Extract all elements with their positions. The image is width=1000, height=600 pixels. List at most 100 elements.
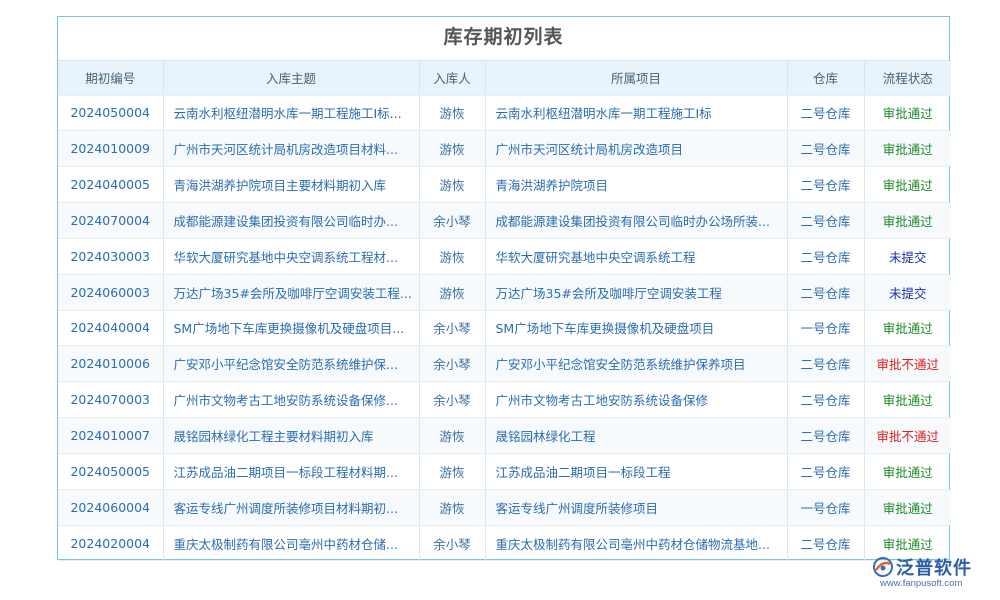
cell-project: 广州市文物考古工地安防系统设备保修 <box>485 382 787 418</box>
table-row[interactable]: 2024010009广州市天河区统计局机房改造项目材料...游恢广州市天河区统计… <box>58 131 951 167</box>
cell-warehouse: 二号仓库 <box>787 525 864 561</box>
cell-id[interactable]: 2024020004 <box>58 525 163 561</box>
page-title: 库存期初列表 <box>58 17 949 61</box>
cell-status: 未提交 <box>864 274 951 310</box>
cell-person: 游恢 <box>419 131 485 167</box>
cell-status: 未提交 <box>864 238 951 274</box>
cell-person: 游恢 <box>419 453 485 489</box>
table-row[interactable]: 2024020004重庆太极制药有限公司亳州中药材仓储...余小琴重庆太极制药有… <box>58 525 951 561</box>
cell-status: 审批通过 <box>864 131 951 167</box>
cell-person: 游恢 <box>419 418 485 454</box>
cell-person: 余小琴 <box>419 346 485 382</box>
cell-subject[interactable]: 广州市文物考古工地安防系统设备保修... <box>163 382 419 418</box>
cell-project: 重庆太极制药有限公司亳州中药材仓储物流基地... <box>485 525 787 561</box>
cell-subject[interactable]: 重庆太极制药有限公司亳州中药材仓储... <box>163 525 419 561</box>
cell-project: 青海洪湖养护院项目 <box>485 167 787 203</box>
cell-id[interactable]: 2024060003 <box>58 274 163 310</box>
fanpu-logo-icon <box>872 556 894 578</box>
cell-warehouse: 二号仓库 <box>787 238 864 274</box>
table-row[interactable]: 2024060003万达广场35#会所及咖啡厅空调安装工程...游恢万达广场35… <box>58 274 951 310</box>
table-row[interactable]: 2024010006广安邓小平纪念馆安全防范系统维护保...余小琴广安邓小平纪念… <box>58 346 951 382</box>
cell-project: 广安邓小平纪念馆安全防范系统维护保养项目 <box>485 346 787 382</box>
col-header-person[interactable]: 入库人 <box>419 61 485 95</box>
cell-status: 审批通过 <box>864 167 951 203</box>
cell-id[interactable]: 2024050005 <box>58 453 163 489</box>
cell-id[interactable]: 2024050004 <box>58 95 163 131</box>
cell-person: 游恢 <box>419 274 485 310</box>
cell-id[interactable]: 2024040005 <box>58 167 163 203</box>
cell-subject[interactable]: 万达广场35#会所及咖啡厅空调安装工程... <box>163 274 419 310</box>
cell-status: 审批通过 <box>864 203 951 239</box>
cell-status: 审批通过 <box>864 382 951 418</box>
cell-id[interactable]: 2024010006 <box>58 346 163 382</box>
table-row[interactable]: 2024060004客运专线广州调度所装修项目材料期初...游恢客运专线广州调度… <box>58 489 951 525</box>
table-row[interactable]: 2024010007晟铭园林绿化工程主要材料期初入库游恢晟铭园林绿化工程二号仓库… <box>58 418 951 454</box>
cell-project: 云南水利枢纽潜明水库一期工程施工I标 <box>485 95 787 131</box>
brand-logo: 泛普软件 www.fanpusoft.com <box>872 552 994 596</box>
cell-subject[interactable]: 广安邓小平纪念馆安全防范系统维护保... <box>163 346 419 382</box>
inventory-table: 期初编号 入库主题 入库人 所属项目 仓库 流程状态 2024050004云南水… <box>58 61 951 561</box>
cell-subject[interactable]: 江苏成品油二期项目一标段工程材料期... <box>163 453 419 489</box>
table-row[interactable]: 2024050004云南水利枢纽潜明水库一期工程施工I标...游恢云南水利枢纽潜… <box>58 95 951 131</box>
table-row[interactable]: 2024040004SM广场地下车库更换摄像机及硬盘项目...余小琴SM广场地下… <box>58 310 951 346</box>
cell-project: 万达广场35#会所及咖啡厅空调安装工程 <box>485 274 787 310</box>
cell-project: 成都能源建设集团投资有限公司临时办公场所装... <box>485 203 787 239</box>
table-row[interactable]: 2024040005青海洪湖养护院项目主要材料期初入库游恢青海洪湖养护院项目二号… <box>58 167 951 203</box>
cell-id[interactable]: 2024030003 <box>58 238 163 274</box>
cell-person: 余小琴 <box>419 203 485 239</box>
cell-id[interactable]: 2024070004 <box>58 203 163 239</box>
brand-name: 泛普软件 <box>896 554 972 580</box>
cell-subject[interactable]: 青海洪湖养护院项目主要材料期初入库 <box>163 167 419 203</box>
cell-id[interactable]: 2024010007 <box>58 418 163 454</box>
cell-subject[interactable]: 客运专线广州调度所装修项目材料期初... <box>163 489 419 525</box>
cell-subject[interactable]: 云南水利枢纽潜明水库一期工程施工I标... <box>163 95 419 131</box>
cell-id[interactable]: 2024070003 <box>58 382 163 418</box>
cell-subject[interactable]: 晟铭园林绿化工程主要材料期初入库 <box>163 418 419 454</box>
cell-warehouse: 二号仓库 <box>787 131 864 167</box>
table-row[interactable]: 2024070003广州市文物考古工地安防系统设备保修...余小琴广州市文物考古… <box>58 382 951 418</box>
cell-subject[interactable]: 广州市天河区统计局机房改造项目材料... <box>163 131 419 167</box>
inventory-opening-panel: 库存期初列表 期初编号 入库主题 入库人 所属项目 仓库 流程状态 202405… <box>57 16 950 560</box>
table-row[interactable]: 2024030003华软大厦研究基地中央空调系统工程材...游恢华软大厦研究基地… <box>58 238 951 274</box>
table-row[interactable]: 2024070004成都能源建设集团投资有限公司临时办...余小琴成都能源建设集… <box>58 203 951 239</box>
cell-warehouse: 二号仓库 <box>787 453 864 489</box>
cell-status: 审批不通过 <box>864 346 951 382</box>
cell-project: 广州市天河区统计局机房改造项目 <box>485 131 787 167</box>
cell-project: 客运专线广州调度所装修项目 <box>485 489 787 525</box>
cell-warehouse: 二号仓库 <box>787 346 864 382</box>
cell-status: 审批通过 <box>864 310 951 346</box>
cell-project: 江苏成品油二期项目一标段工程 <box>485 453 787 489</box>
col-header-status[interactable]: 流程状态 <box>864 61 951 95</box>
col-header-id[interactable]: 期初编号 <box>58 61 163 95</box>
cell-id[interactable]: 2024040004 <box>58 310 163 346</box>
cell-warehouse: 二号仓库 <box>787 167 864 203</box>
cell-subject[interactable]: SM广场地下车库更换摄像机及硬盘项目... <box>163 310 419 346</box>
table-header-row: 期初编号 入库主题 入库人 所属项目 仓库 流程状态 <box>58 61 951 95</box>
cell-status: 审批通过 <box>864 95 951 131</box>
cell-id[interactable]: 2024010009 <box>58 131 163 167</box>
brand-url[interactable]: www.fanpusoft.com <box>880 578 962 589</box>
col-header-project[interactable]: 所属项目 <box>485 61 787 95</box>
table-row[interactable]: 2024050005江苏成品油二期项目一标段工程材料期...游恢江苏成品油二期项… <box>58 453 951 489</box>
cell-subject[interactable]: 华软大厦研究基地中央空调系统工程材... <box>163 238 419 274</box>
cell-person: 余小琴 <box>419 525 485 561</box>
cell-person: 游恢 <box>419 167 485 203</box>
col-header-subject[interactable]: 入库主题 <box>163 61 419 95</box>
cell-project: 晟铭园林绿化工程 <box>485 418 787 454</box>
cell-warehouse: 一号仓库 <box>787 489 864 525</box>
cell-subject[interactable]: 成都能源建设集团投资有限公司临时办... <box>163 203 419 239</box>
cell-person: 游恢 <box>419 238 485 274</box>
cell-warehouse: 二号仓库 <box>787 382 864 418</box>
cell-person: 余小琴 <box>419 310 485 346</box>
cell-project: SM广场地下车库更换摄像机及硬盘项目 <box>485 310 787 346</box>
cell-warehouse: 二号仓库 <box>787 418 864 454</box>
cell-warehouse: 二号仓库 <box>787 95 864 131</box>
col-header-warehouse[interactable]: 仓库 <box>787 61 864 95</box>
cell-project: 华软大厦研究基地中央空调系统工程 <box>485 238 787 274</box>
cell-person: 游恢 <box>419 95 485 131</box>
cell-person: 游恢 <box>419 489 485 525</box>
cell-person: 余小琴 <box>419 382 485 418</box>
cell-warehouse: 二号仓库 <box>787 203 864 239</box>
cell-id[interactable]: 2024060004 <box>58 489 163 525</box>
cell-status: 审批通过 <box>864 489 951 525</box>
